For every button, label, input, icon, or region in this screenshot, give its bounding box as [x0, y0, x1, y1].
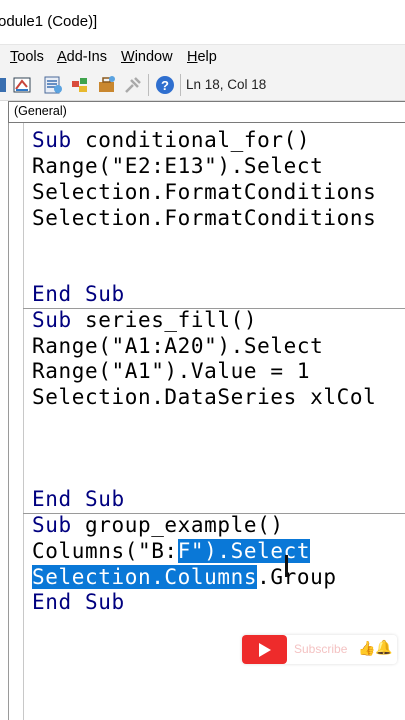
toolbar-separator: [180, 74, 181, 96]
code-line: Selection.FormatConditions: [32, 206, 377, 230]
title-bar: odule1 (Code)]: [0, 0, 405, 44]
properties-icon[interactable]: [43, 75, 63, 95]
toolbar-separator: [148, 74, 149, 96]
svg-text:?: ?: [161, 78, 169, 93]
code-line: End Sub: [32, 282, 125, 306]
code-line: Selection.DataSeries xlCol: [32, 385, 377, 409]
toolbox-icon[interactable]: [97, 75, 117, 95]
menu-help[interactable]: Help: [187, 49, 217, 65]
text-cursor-icon: [285, 555, 288, 577]
code-line: Sub conditional_for(): [32, 128, 311, 152]
object-dropdown[interactable]: (General): [8, 101, 405, 123]
selected-text: Selection.Columns: [32, 565, 258, 589]
margin-indicator-bar[interactable]: [9, 123, 24, 720]
window-title: odule1 (Code)]: [0, 13, 98, 30]
code-line: Range("E2:E13").Select: [32, 154, 324, 178]
code-line: Range("A1").Value = 1: [32, 359, 311, 383]
thumbs-up-icon: 👍: [358, 640, 376, 656]
keyword: Sub: [32, 128, 72, 152]
toolbar-extra-icon[interactable]: [123, 75, 143, 95]
menu-window[interactable]: Window: [121, 49, 173, 65]
project-explorer-icon[interactable]: [13, 75, 33, 95]
object-dropdown-value: (General): [14, 104, 67, 118]
menu-bar: Tools Add-Ins Window Help: [0, 44, 405, 71]
code-line: Sub group_example(): [32, 513, 284, 537]
code-line: Selection.FormatConditions: [32, 180, 377, 204]
code-line: End Sub: [32, 590, 125, 614]
youtube-play-icon: [242, 635, 287, 664]
help-icon[interactable]: ?: [155, 75, 175, 95]
menu-add-ins[interactable]: Add-Ins: [57, 49, 107, 65]
cursor-position: Ln 18, Col 18: [186, 77, 267, 92]
subscribe-label: Subscribe: [294, 642, 348, 656]
toolbar: ? Ln 18, Col 18: [0, 70, 405, 101]
code-line: Columns("B:F").Select: [32, 539, 311, 563]
menu-tools[interactable]: Tools: [10, 49, 44, 65]
bell-icon: 🔔: [375, 639, 393, 655]
code-editor[interactable]: Sub conditional_for() Range("E2:E13").Se…: [8, 123, 405, 720]
code-line: End Sub: [32, 487, 125, 511]
subscribe-overlay[interactable]: Subscribe 👍 🔔: [242, 635, 397, 664]
object-browser-icon[interactable]: [70, 75, 90, 95]
code-line: Selection.Columns.Group: [32, 565, 337, 589]
selected-text: F").Select: [177, 539, 311, 563]
code-line: Sub series_fill(): [32, 308, 258, 332]
code-line: Range("A1:A20").Select: [32, 334, 324, 358]
